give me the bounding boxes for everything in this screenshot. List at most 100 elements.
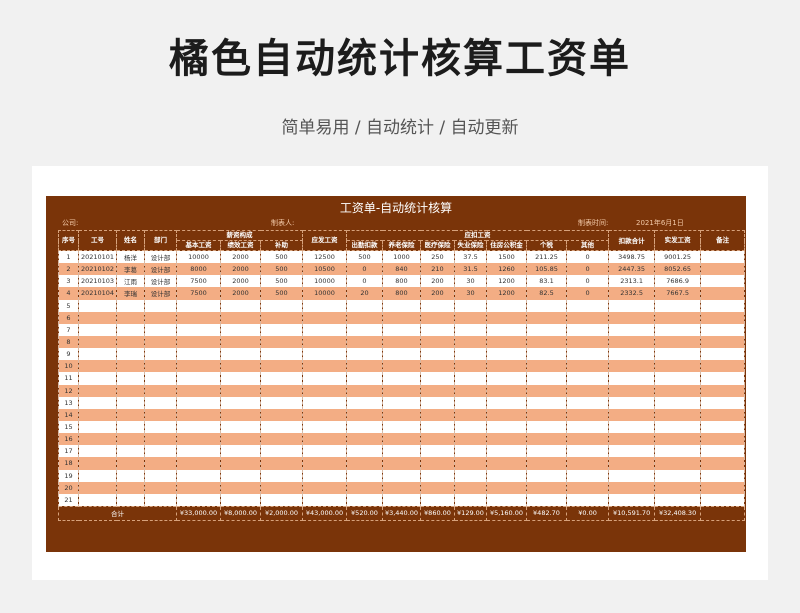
cell-base <box>176 493 221 507</box>
cell-unemployment <box>454 372 487 385</box>
cell-pension <box>382 384 421 397</box>
table-row: 12 <box>58 384 746 397</box>
cell-other <box>565 457 610 470</box>
cell-payable <box>302 299 347 312</box>
col-header-seq: 序号 <box>58 230 79 251</box>
cell-other <box>565 323 610 336</box>
cell-perf <box>220 396 261 409</box>
cell-pension: 800 <box>382 275 421 288</box>
cell-absence <box>346 445 383 458</box>
col-header-remark: 备注 <box>700 230 746 251</box>
cell-payable <box>302 335 347 349</box>
cell-emp-no <box>78 457 117 470</box>
cell-base <box>176 348 221 361</box>
cell-seq: 17 <box>58 445 79 458</box>
cell-payable <box>302 433 347 446</box>
cell-unemployment <box>454 348 487 361</box>
cell-actual <box>654 493 702 507</box>
cell-name <box>116 348 145 361</box>
cell-base <box>176 396 221 409</box>
cell-base <box>176 457 221 470</box>
cell-unemployment: 30 <box>454 275 487 288</box>
cell-emp-no <box>78 384 117 397</box>
cell-dept <box>144 396 177 409</box>
cell-tax <box>526 384 567 397</box>
cell-unemployment <box>454 323 487 336</box>
totals-row: 合计 ¥33,000.00 ¥8,000.00 ¥2,000.00 ¥43,00… <box>58 505 746 521</box>
cell-subsidy <box>260 360 303 373</box>
cell-other: 0 <box>565 263 610 276</box>
cell-remark <box>700 408 746 421</box>
cell-medical <box>420 311 455 324</box>
cell-absence <box>346 311 383 324</box>
cell-housing <box>486 360 527 373</box>
cell-remark <box>700 372 746 385</box>
cell-subsidy <box>260 445 303 458</box>
cell-name <box>116 396 145 409</box>
cell-housing <box>486 469 527 482</box>
cell-other: 0 <box>565 250 610 264</box>
cell-dept <box>144 348 177 361</box>
table-row: 20 <box>58 481 746 494</box>
cell-seq: 13 <box>58 396 79 409</box>
cell-dept <box>144 372 177 385</box>
cell-perf <box>220 420 261 434</box>
cell-emp-no <box>78 396 117 409</box>
cell-perf <box>220 457 261 470</box>
col-header-housing: 住房公积金 <box>486 240 527 251</box>
company-label: 公司: <box>62 219 79 227</box>
cell-seq: 1 <box>58 250 79 264</box>
cell-seq: 3 <box>58 275 79 288</box>
cell-base <box>176 360 221 373</box>
table-row: 17 <box>58 445 746 458</box>
cell-tax: 211.25 <box>526 250 567 264</box>
payroll-table: 序号 工号 姓名 部门 薪资构成 应发工资 应扣工资 扣款合计 实发工资 备注 … <box>58 230 746 521</box>
cell-medical <box>420 433 455 446</box>
cell-medical <box>420 469 455 482</box>
col-header-tax: 个税 <box>526 240 567 251</box>
table-row: 4 20210104 李瑞 设计部 7500 2000 500 10000 20 800 200 30… <box>58 287 746 300</box>
cell-subsidy <box>260 299 303 312</box>
col-header-base: 基本工资 <box>176 240 221 251</box>
cell-subsidy <box>260 323 303 336</box>
cell-housing <box>486 384 527 397</box>
cell-unemployment <box>454 433 487 446</box>
cell-perf <box>220 348 261 361</box>
cell-dept <box>144 360 177 373</box>
cell-seq: 6 <box>58 311 79 324</box>
cell-payable <box>302 396 347 409</box>
cell-perf <box>220 384 261 397</box>
cell-other <box>565 408 610 421</box>
cell-dept <box>144 420 177 434</box>
cell-housing: 1260 <box>486 263 527 276</box>
cell-remark <box>700 335 746 349</box>
cell-seq: 8 <box>58 335 79 349</box>
cell-actual <box>654 335 702 349</box>
cell-perf <box>220 311 261 324</box>
cell-name <box>116 360 145 373</box>
cell-pension <box>382 335 421 349</box>
cell-base <box>176 433 221 446</box>
cell-actual <box>654 348 702 361</box>
col-header-name: 姓名 <box>116 230 145 251</box>
cell-name <box>116 420 145 434</box>
cell-remark <box>700 348 746 361</box>
cell-unemployment <box>454 469 487 482</box>
cell-perf <box>220 372 261 385</box>
cell-other <box>565 445 610 458</box>
cell-payable <box>302 481 347 494</box>
cell-medical <box>420 420 455 434</box>
cell-tax <box>526 372 567 385</box>
cell-emp-no <box>78 445 117 458</box>
table-row: 5 <box>58 299 746 312</box>
cell-medical <box>420 348 455 361</box>
cell-seq: 12 <box>58 384 79 397</box>
cell-deduct-total <box>608 408 656 421</box>
cell-subsidy <box>260 469 303 482</box>
cell-subsidy <box>260 457 303 470</box>
col-header-dept: 部门 <box>144 230 177 251</box>
cell-base <box>176 299 221 312</box>
cell-housing <box>486 311 527 324</box>
cell-remark <box>700 287 746 300</box>
cell-remark <box>700 469 746 482</box>
